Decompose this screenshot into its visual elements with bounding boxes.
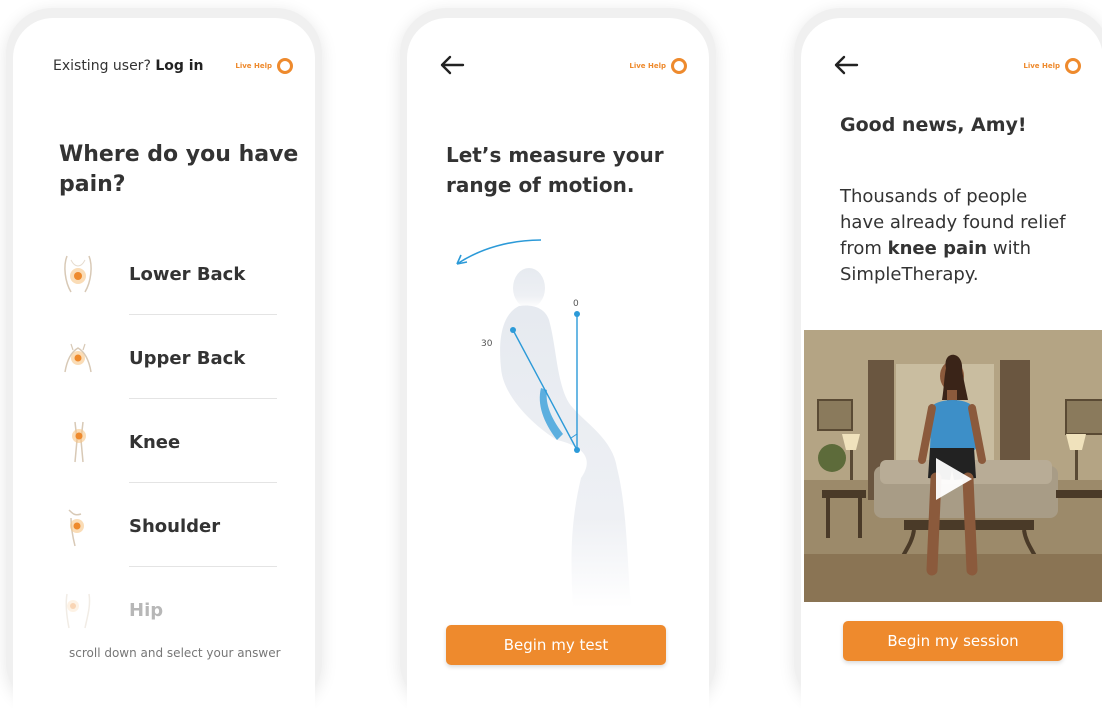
upper-back-icon xyxy=(64,343,92,373)
scroll-hint: scroll down and select your answer xyxy=(69,646,281,660)
motion-arc xyxy=(456,239,542,265)
login-prompt[interactable]: Existing user? Log in xyxy=(53,58,204,74)
top-bar: Live Help xyxy=(834,54,1081,80)
help-ring-icon xyxy=(1065,58,1081,74)
pain-option-shoulder[interactable]: Shoulder xyxy=(57,492,277,576)
phone-screen-pain-selection: Existing user? Log in Live Help Where do… xyxy=(6,8,322,708)
top-bar: Live Help xyxy=(440,54,687,80)
angle-marker xyxy=(510,327,516,333)
head-silhouette xyxy=(513,268,545,308)
divider xyxy=(129,566,277,567)
pain-option-label: Upper Back xyxy=(129,348,246,369)
live-help-button[interactable]: Live Help xyxy=(629,58,687,74)
divider xyxy=(129,482,277,483)
top-marker xyxy=(574,311,580,317)
live-help-button[interactable]: Live Help xyxy=(1023,58,1081,74)
body-silhouette xyxy=(500,305,631,608)
angle-zero-label: 0 xyxy=(573,299,579,309)
pain-option-label: Lower Back xyxy=(129,264,246,285)
divider xyxy=(129,398,277,399)
screen: Live Help Good news, Amy! Thousands of p… xyxy=(801,18,1102,708)
greeting-heading: Good news, Amy! xyxy=(840,114,1027,136)
existing-user-text: Existing user? xyxy=(53,58,151,74)
page-title: Where do you have pain? xyxy=(59,142,299,197)
top-bar: Existing user? Log in Live Help xyxy=(51,54,293,80)
pivot-marker xyxy=(574,447,580,453)
hip-icon xyxy=(65,593,91,629)
video-thumbnail xyxy=(804,330,1102,602)
live-help-button[interactable]: Live Help xyxy=(235,58,293,74)
pain-option-label: Hip xyxy=(129,600,164,621)
login-link[interactable]: Log in xyxy=(155,58,203,74)
live-help-label: Live Help xyxy=(629,62,666,70)
pain-option-lower-back[interactable]: Lower Back xyxy=(57,240,277,324)
page-title: Let’s measure your range of motion. xyxy=(446,143,664,197)
live-help-label: Live Help xyxy=(1023,62,1060,70)
knee-icon xyxy=(72,421,86,463)
screen: Live Help Let’s measure your range of mo… xyxy=(407,18,709,708)
pain-area-list: Lower Back Upper Back Knee Shoulder Hip xyxy=(57,240,277,660)
phone-screen-range-of-motion: Live Help Let’s measure your range of mo… xyxy=(400,8,716,708)
pain-option-label: Shoulder xyxy=(129,516,221,537)
intro-video-player[interactable] xyxy=(804,330,1102,602)
divider xyxy=(129,314,277,315)
screen: Existing user? Log in Live Help Where do… xyxy=(13,18,315,708)
live-help-label: Live Help xyxy=(235,62,272,70)
angle-thirty-label: 30 xyxy=(481,339,493,349)
begin-session-button[interactable]: Begin my session xyxy=(843,621,1063,661)
pain-option-label: Knee xyxy=(129,432,181,453)
back-arrow-icon[interactable] xyxy=(833,54,859,76)
lower-back-icon xyxy=(64,255,92,293)
pain-option-upper-back[interactable]: Upper Back xyxy=(57,324,277,408)
help-ring-icon xyxy=(671,58,687,74)
begin-test-button[interactable]: Begin my test xyxy=(446,625,666,665)
testimonial-text: Thousands of people have already found r… xyxy=(840,184,1070,288)
message-condition: knee pain xyxy=(887,238,988,259)
phone-screen-session-intro: Live Help Good news, Amy! Thousands of p… xyxy=(794,8,1102,708)
range-of-motion-illustration: 0 30 xyxy=(456,239,631,608)
help-ring-icon xyxy=(277,58,293,74)
back-arrow-icon[interactable] xyxy=(439,54,465,76)
shoulder-icon xyxy=(68,509,84,547)
pain-option-knee[interactable]: Knee xyxy=(57,408,277,492)
